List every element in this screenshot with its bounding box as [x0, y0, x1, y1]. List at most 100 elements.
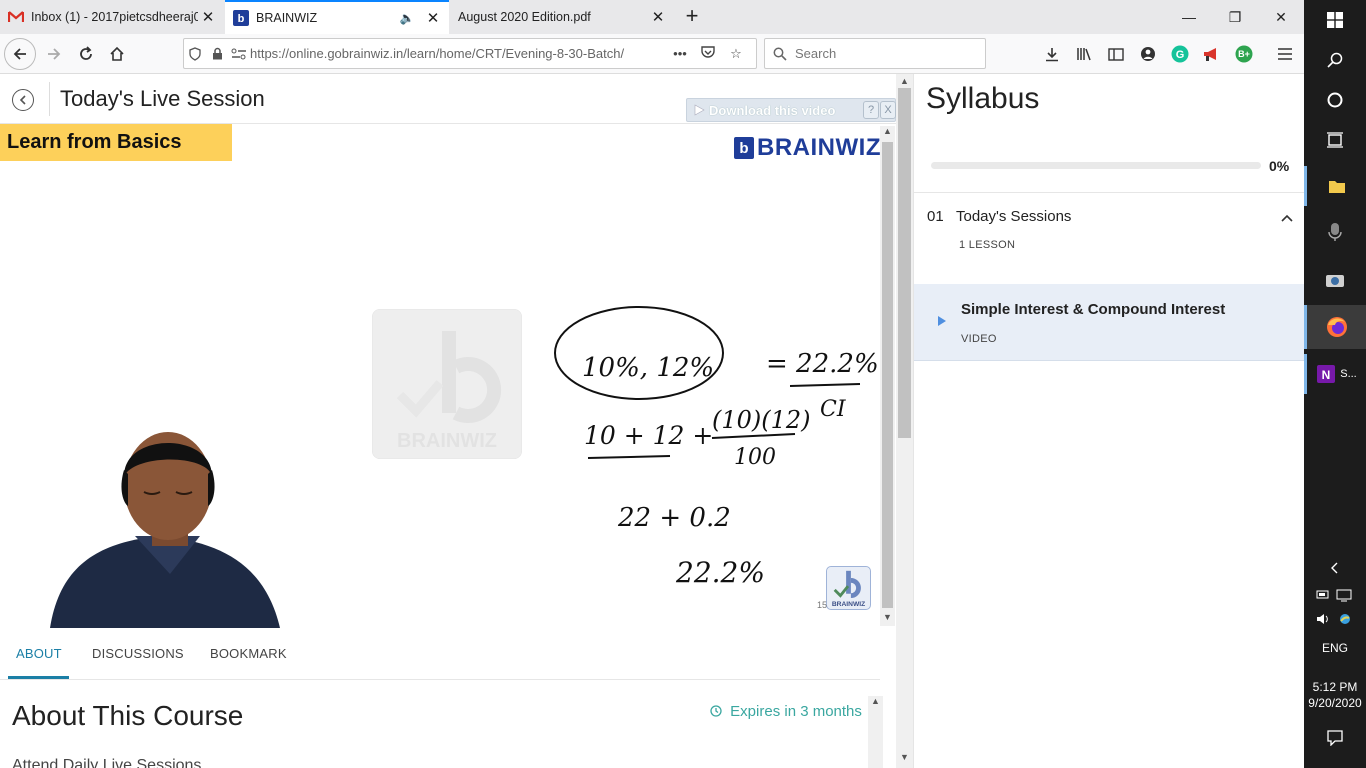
firefox-icon[interactable] — [1304, 305, 1366, 349]
close-icon[interactable]: X — [880, 101, 896, 119]
megaphone-icon[interactable] — [1200, 43, 1222, 65]
brainwiz-watermark-icon: BRAINWIZ — [372, 309, 522, 459]
arrow-left-icon — [13, 48, 26, 60]
onenote-icon[interactable]: N S... — [1304, 354, 1366, 394]
clock-time[interactable]: 5:12 PM — [1304, 680, 1366, 694]
camera-icon[interactable] — [1304, 260, 1366, 300]
sidebar-icon[interactable] — [1105, 43, 1127, 65]
file-explorer-icon[interactable] — [1304, 166, 1366, 206]
scroll-down-icon[interactable]: ▼ — [896, 752, 913, 766]
watermark-text: BRAINWIZ — [397, 430, 497, 452]
section-number: 01 — [927, 208, 944, 225]
tab-brainwiz[interactable]: b BRAINWIZ 🔈 ✕ — [225, 0, 449, 34]
download-video-button[interactable]: Download this video ? X — [686, 98, 896, 122]
language-indicator[interactable]: ENG — [1304, 641, 1366, 655]
tab-pdf[interactable]: August 2020 Edition.pdf ✕ — [450, 0, 674, 34]
home-button[interactable] — [101, 38, 133, 70]
video-scrollbar[interactable]: ▲ ▼ — [880, 126, 895, 626]
tab-about[interactable]: ABOUT — [16, 646, 62, 661]
library-icon[interactable] — [1073, 43, 1095, 65]
close-tab-icon[interactable]: ✕ — [648, 7, 668, 27]
tab-discussions[interactable]: DISCUSSIONS — [92, 646, 184, 661]
scrollbar-thumb[interactable] — [882, 142, 893, 608]
lock-icon[interactable] — [206, 47, 228, 60]
clock-date[interactable]: 9/20/2020 — [1304, 696, 1366, 710]
volume-icon[interactable] — [1304, 612, 1366, 629]
grammarly-icon[interactable]: G — [1169, 43, 1191, 65]
step2-text: 22 + 0.2 — [617, 503, 731, 533]
brainwiz-logo-text: BRAINWIZ — [757, 134, 880, 161]
address-bar[interactable]: https://online.gobrainwiz.in/learn/home/… — [183, 38, 757, 69]
header-divider — [49, 82, 50, 116]
course-description: Attend Daily Live Sessions — [12, 757, 202, 768]
syllabus-panel: Syllabus 0% 01 Today's Sessions 1 LESSON… — [913, 74, 1305, 768]
search-icon — [773, 47, 787, 61]
underline-mark — [789, 383, 861, 387]
show-hidden-icons-chevron-icon[interactable] — [1304, 562, 1366, 577]
page-actions-icon[interactable]: ••• — [666, 46, 694, 61]
about-scrollbar[interactable]: ▲ — [868, 696, 883, 768]
tab-title: Inbox (1) - 2017pietcsdheeraj03 — [31, 10, 198, 24]
tab-gmail-inbox[interactable]: Inbox (1) - 2017pietcsdheeraj03 ✕ — [0, 0, 224, 34]
speaker-icon[interactable]: 🔈 — [397, 8, 417, 28]
downloads-icon[interactable] — [1041, 43, 1063, 65]
new-tab-button[interactable]: + — [678, 2, 706, 32]
chevron-up-icon[interactable] — [1279, 210, 1295, 226]
close-tab-icon[interactable]: ✕ — [423, 8, 443, 28]
lesson-title: Simple Interest & Compound Interest — [961, 301, 1226, 318]
svg-text:N: N — [1322, 368, 1331, 382]
windows-start-icon[interactable] — [1304, 0, 1366, 40]
search-bar[interactable]: Search — [764, 38, 986, 69]
denominator-text: 100 — [734, 445, 776, 470]
formula-sum-text: 10 + 12 + — [584, 421, 713, 450]
close-window-icon[interactable]: ✕ — [1258, 0, 1304, 34]
help-icon[interactable]: ? — [863, 101, 879, 119]
notifications-icon[interactable] — [1304, 730, 1366, 749]
tab-bookmark[interactable]: BOOKMARK — [210, 646, 287, 661]
hamburger-menu-icon[interactable] — [1274, 43, 1296, 65]
video-player[interactable]: Learn from Basics b BRAINWIZ BRAINWIZ 10… — [0, 124, 880, 628]
scrollbar-thumb[interactable] — [898, 88, 911, 438]
page-scrollbar[interactable]: ▲ ▼ — [896, 74, 913, 768]
pocket-icon[interactable] — [694, 45, 722, 62]
fraction-bar — [711, 433, 796, 439]
extension-badge-icon[interactable]: B+ — [1233, 43, 1255, 65]
navigation-toolbar: https://online.gobrainwiz.in/learn/home/… — [0, 34, 1304, 74]
scroll-up-icon[interactable]: ▲ — [880, 126, 895, 140]
lesson-item[interactable]: Simple Interest & Compound Interest VIDE… — [914, 284, 1305, 361]
reload-icon — [80, 46, 92, 60]
search-icon[interactable] — [1304, 40, 1366, 80]
voice-recorder-icon[interactable] — [1304, 212, 1366, 252]
back-circle-icon[interactable] — [12, 89, 34, 111]
download-video-label: Download this video — [709, 102, 836, 118]
svg-text:G: G — [1176, 49, 1185, 61]
play-icon — [938, 316, 946, 326]
onenote-label: S... — [1340, 368, 1357, 380]
lesson-count: 1 LESSON — [959, 239, 1016, 251]
about-heading: About This Course — [12, 700, 244, 731]
back-button[interactable] — [4, 38, 36, 70]
extension-badge-label: B+ — [1238, 49, 1250, 59]
battery-network-icons[interactable] — [1304, 588, 1366, 605]
expiry-text: Expires in 3 months — [730, 703, 862, 720]
cortana-icon[interactable] — [1304, 80, 1366, 120]
browser-tab-strip: Inbox (1) - 2017pietcsdheeraj03 ✕ b BRAI… — [0, 0, 1304, 34]
scroll-down-icon[interactable]: ▼ — [880, 612, 895, 626]
task-view-icon[interactable] — [1304, 120, 1366, 160]
reload-button[interactable] — [70, 38, 102, 70]
scroll-up-icon[interactable]: ▲ — [868, 696, 883, 706]
divider — [914, 192, 1305, 193]
permissions-icon[interactable] — [228, 48, 250, 60]
final-result-text: 22.2% — [675, 556, 765, 589]
account-icon[interactable] — [1137, 43, 1159, 65]
restore-icon[interactable]: ❐ — [1212, 0, 1258, 34]
shield-icon[interactable] — [184, 46, 206, 61]
ci-text: CI — [820, 397, 847, 422]
forward-button[interactable] — [38, 38, 70, 70]
numerator-text: (10)(12) — [712, 406, 811, 434]
page-title: Today's Live Session — [60, 86, 265, 111]
minimize-icon[interactable]: — — [1166, 0, 1212, 34]
bookmark-star-icon[interactable]: ☆ — [722, 46, 750, 62]
close-tab-icon[interactable]: ✕ — [198, 7, 218, 27]
windows-taskbar: N S... ENG 5:12 PM 9/20/2020 — [1304, 0, 1366, 768]
